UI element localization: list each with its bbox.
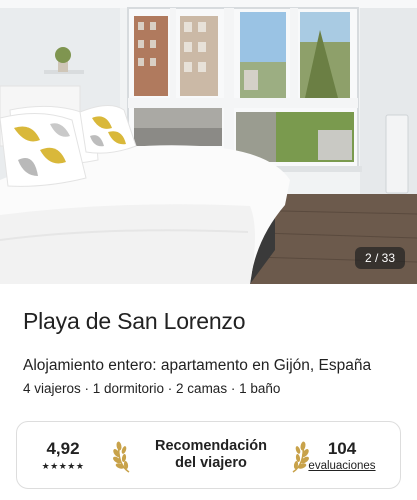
listing-title: Playa de San Lorenzo <box>23 308 246 334</box>
bedroom-image <box>0 0 417 284</box>
reviews-block: 104 evaluaciones <box>304 439 380 474</box>
reviews-link[interactable]: evaluaciones <box>304 459 380 474</box>
rating-block: 4,92 ★★★★★ <box>35 440 91 472</box>
listing-photo[interactable]: 2 / 33 <box>0 0 417 284</box>
rating-value: 4,92 <box>46 439 80 458</box>
guest-favorite-card[interactable]: 4,92 ★★★★★ Recomendación del viajero 104… <box>16 421 401 489</box>
listing-subtitle: Alojamiento entero: apartamento en Gijón… <box>23 357 372 374</box>
guest-favorite-badge: Recomendación del viajero <box>113 436 309 476</box>
reviews-count: 104 <box>327 439 357 458</box>
guest-favorite-line2: del viajero <box>175 455 247 471</box>
guest-favorite-line1: Recomendación <box>155 438 267 454</box>
star-rating-icon: ★★★★★ <box>41 461 85 471</box>
laurel-left-icon <box>113 441 130 473</box>
photo-counter: 2 / 33 <box>354 247 405 269</box>
listing-details: 4 viajeros · 1 dormitorio · 2 camas · 1 … <box>23 381 281 396</box>
